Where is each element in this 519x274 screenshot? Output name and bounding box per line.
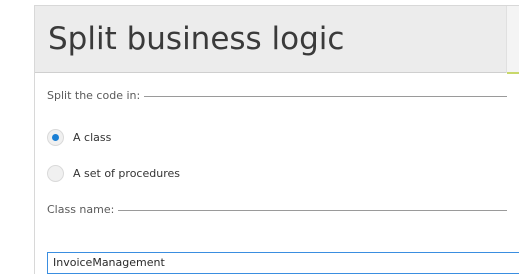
class-name-input[interactable]: InvoiceManagement	[47, 252, 519, 274]
header-scroll-accent	[506, 6, 519, 74]
radio-button-checked[interactable]	[47, 129, 64, 146]
split-business-logic-dialog: Split business logic Split the code in: …	[34, 5, 519, 274]
dialog-title: Split business logic	[48, 21, 345, 57]
class-section-header: Class name:	[47, 203, 507, 217]
radio-button-unchecked[interactable]	[47, 165, 64, 182]
radio-option-procedures[interactable]: A set of procedures	[47, 164, 347, 184]
radio-label-procedures: A set of procedures	[73, 167, 180, 180]
class-name-input-value: InvoiceManagement	[53, 256, 165, 269]
radio-label-class: A class	[73, 131, 112, 144]
dialog-header: Split business logic	[35, 6, 519, 74]
radio-option-class[interactable]: A class	[47, 128, 347, 148]
split-section-label: Split the code in:	[47, 89, 145, 103]
split-section-header: Split the code in:	[47, 89, 507, 103]
window: Split business logic Split the code in: …	[0, 0, 519, 274]
class-name-label: Class name:	[47, 203, 119, 217]
